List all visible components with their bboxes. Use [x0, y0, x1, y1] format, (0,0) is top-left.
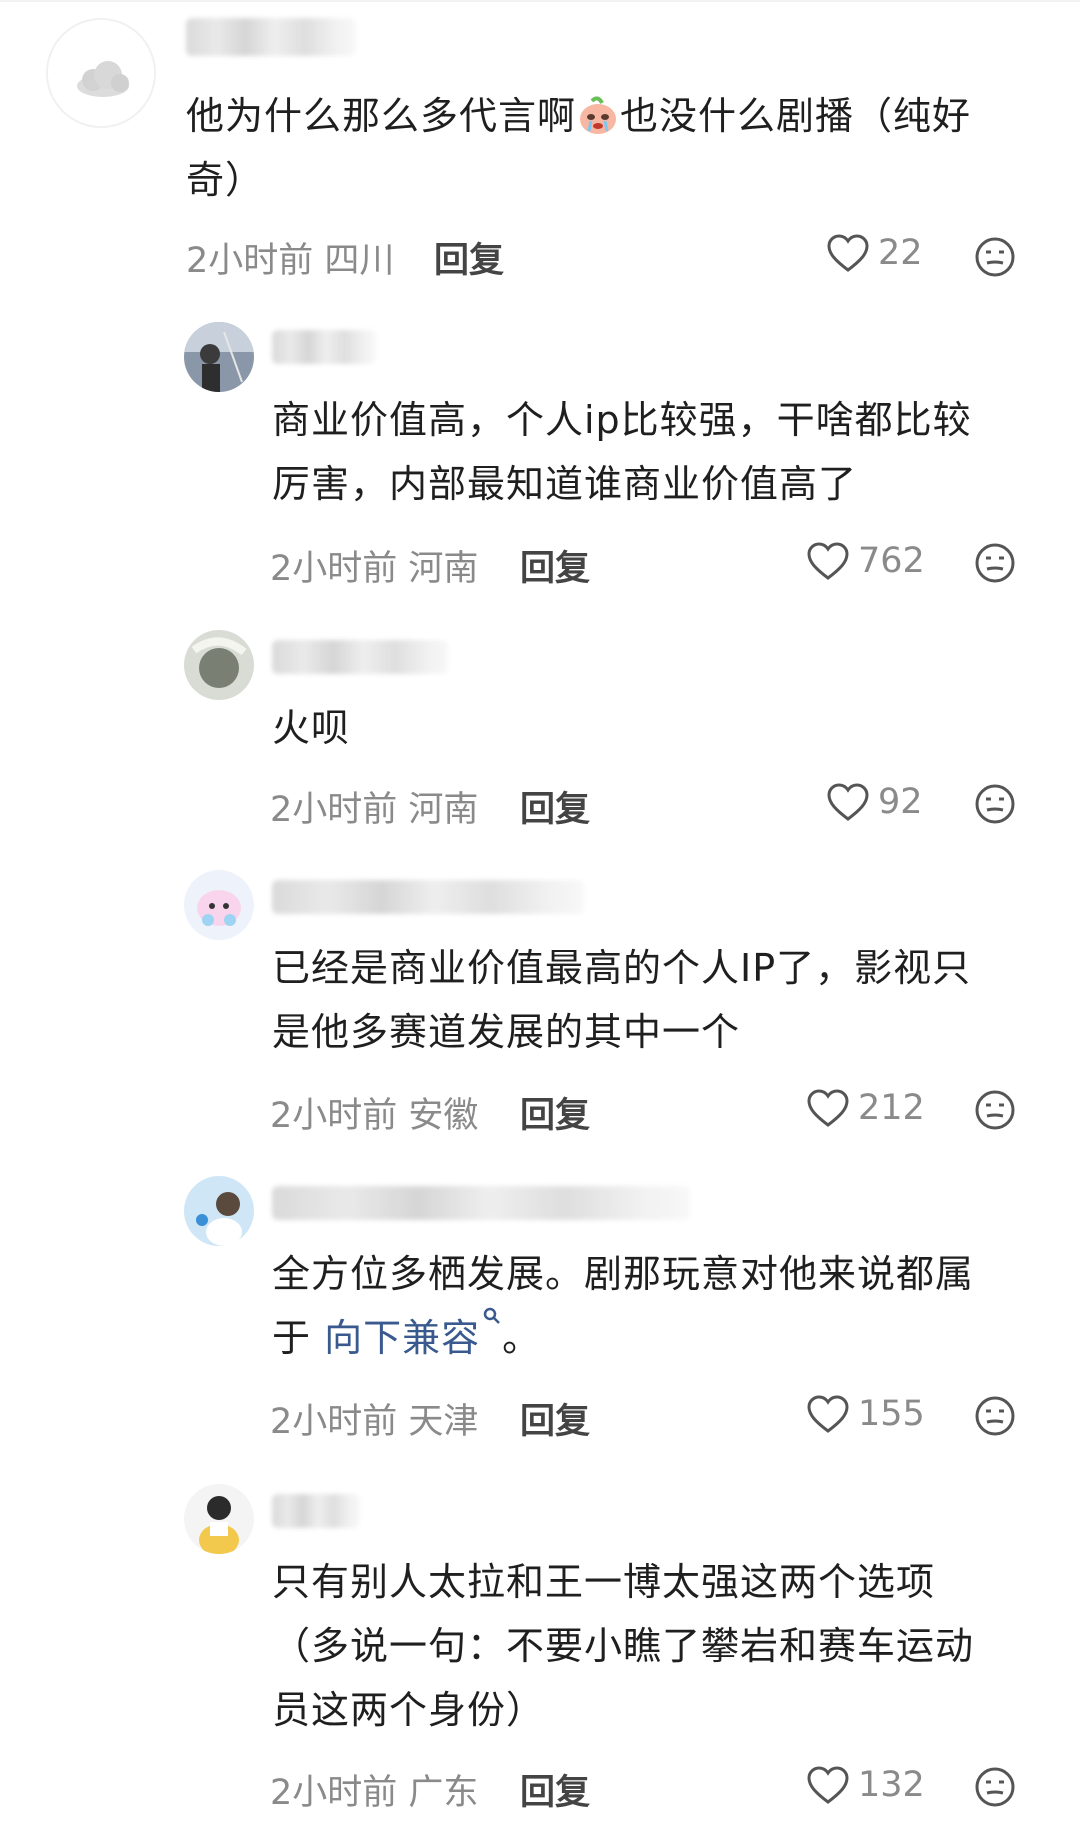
timestamp: 2小时前: [186, 241, 314, 281]
search-keyword-link[interactable]: 向下兼容: [324, 1307, 502, 1360]
username-blurred[interactable]: [272, 880, 584, 914]
comment-meta: 2小时前 安徽: [270, 1087, 478, 1138]
user-photo-icon: [184, 322, 254, 392]
comment-text: 商业价值高，个人ip比较强，干啥都比较 厉害，内部最知道谁商业价值高了: [272, 398, 972, 506]
like-button[interactable]: 22: [826, 233, 923, 273]
like-count: 212: [858, 1088, 925, 1128]
like-button[interactable]: 132: [806, 1765, 925, 1805]
emoji-face-icon[interactable]: [974, 783, 1016, 825]
timestamp: 2小时前: [270, 1402, 398, 1442]
timestamp: 2小时前: [270, 1096, 398, 1136]
emoji-face-icon[interactable]: [974, 542, 1016, 584]
comment-text: 火呗: [272, 706, 351, 750]
location: 广东: [408, 1773, 479, 1813]
username-blurred[interactable]: [272, 1186, 690, 1220]
username-blurred[interactable]: [186, 18, 356, 56]
avatar[interactable]: [184, 1176, 254, 1246]
location: 河南: [408, 790, 479, 830]
timestamp: 2小时前: [270, 549, 398, 589]
user-photo-icon: [184, 1176, 254, 1246]
emoji-face-icon[interactable]: [974, 236, 1016, 278]
reply-button[interactable]: 回复: [434, 232, 504, 283]
location: 天津: [408, 1402, 479, 1442]
comment-meta: 2小时前 四川: [186, 232, 394, 283]
comment-text: 已经是商业价值最高的个人IP了，影视只 是他多赛道发展的其中一个: [272, 946, 972, 1054]
divider: [0, 0, 1080, 2]
timestamp: 2小时前: [270, 790, 398, 830]
cloud-icon: [48, 20, 154, 126]
heart-outline-icon: [807, 542, 849, 580]
comment-meta: 2小时前 河南: [270, 781, 478, 832]
like-count: 155: [858, 1394, 925, 1434]
comment-meta: 2小时前 广东: [270, 1764, 478, 1815]
reply-button[interactable]: 回复: [520, 1393, 590, 1444]
cartoon-avatar-icon: [184, 870, 254, 940]
username-blurred[interactable]: [272, 640, 448, 674]
comment-text: 全方位多栖发展。剧那玩意对他来说都属于 向下兼容。: [272, 1252, 975, 1360]
heart-outline-icon: [807, 1766, 849, 1804]
location: 河南: [408, 549, 479, 589]
emoji-face-icon[interactable]: [974, 1395, 1016, 1437]
heart-outline-icon: [827, 783, 869, 821]
comment-text: 他为什么那么多代言啊 也没什么剧播（纯好 奇）: [186, 92, 972, 202]
user-photo-icon: [184, 1484, 254, 1554]
like-button[interactable]: 762: [806, 541, 925, 581]
reply-button[interactable]: 回复: [520, 540, 590, 591]
location: 四川: [324, 241, 395, 281]
avatar[interactable]: [184, 322, 254, 392]
like-count: 92: [878, 782, 923, 822]
like-count: 132: [858, 1765, 925, 1805]
emoji-face-icon[interactable]: [974, 1766, 1016, 1808]
like-button[interactable]: 92: [826, 782, 923, 822]
reply-button[interactable]: 回复: [520, 781, 590, 832]
reply-button[interactable]: 回复: [520, 1087, 590, 1138]
search-icon: [483, 1307, 500, 1324]
avatar[interactable]: [46, 18, 156, 128]
username-blurred[interactable]: [272, 330, 376, 364]
heart-outline-icon: [827, 234, 869, 272]
reply-button[interactable]: 回复: [520, 1764, 590, 1815]
like-count: 22: [878, 233, 923, 273]
emoji-face-icon[interactable]: [974, 1089, 1016, 1131]
avatar[interactable]: [184, 870, 254, 940]
like-button[interactable]: 212: [806, 1088, 925, 1128]
comment-meta: 2小时前 天津: [270, 1393, 478, 1444]
like-button[interactable]: 155: [806, 1394, 925, 1434]
heart-outline-icon: [807, 1089, 849, 1127]
heart-outline-icon: [807, 1395, 849, 1433]
avatar[interactable]: [184, 630, 254, 700]
user-photo-icon: [184, 630, 254, 700]
comment-text: 只有别人太拉和王一博太强这两个选项 （多说一句：不要小瞧了攀岩和赛车运动 员这两个身…: [272, 1560, 975, 1732]
avatar[interactable]: [184, 1484, 254, 1554]
crying-emoji-icon: [576, 92, 620, 136]
location: 安徽: [408, 1096, 479, 1136]
comment-meta: 2小时前 河南: [270, 540, 478, 591]
username-blurred[interactable]: [272, 1494, 360, 1528]
like-count: 762: [858, 541, 925, 581]
timestamp: 2小时前: [270, 1773, 398, 1813]
